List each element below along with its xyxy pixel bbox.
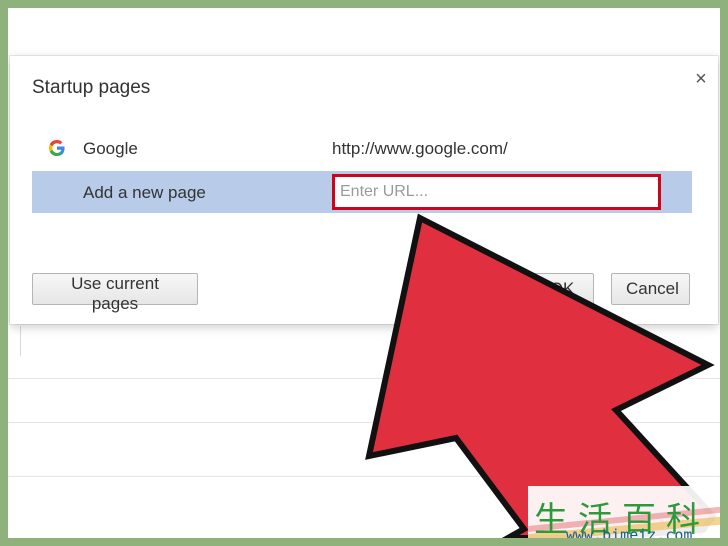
add-new-page-row[interactable]: Add a new page [32,171,692,213]
divider [8,378,720,379]
startup-pages-dialog: Startup pages × Google http://www.google… [10,56,718,324]
ok-button[interactable]: OK [530,273,594,305]
url-input[interactable] [332,174,661,210]
watermark-url: www.bimeiz.com [566,526,693,538]
startup-page-url: http://www.google.com/ [332,139,508,158]
divider [8,476,720,477]
startup-page-row-google[interactable]: Google http://www.google.com/ [32,127,692,169]
watermark: 生活百科 www.bimeiz.com [528,486,720,538]
divider [8,422,720,423]
divider [20,326,21,356]
google-g-icon [49,140,65,156]
dialog-title: Startup pages [32,77,151,98]
add-new-page-label: Add a new page [83,183,206,202]
close-icon[interactable]: × [690,68,712,90]
cancel-button[interactable]: Cancel [611,273,690,305]
use-current-pages-button[interactable]: Use current pages [32,273,198,313]
startup-page-name: Google [83,139,138,158]
screenshot-frame: Startup pages × Google http://www.google… [8,8,720,538]
